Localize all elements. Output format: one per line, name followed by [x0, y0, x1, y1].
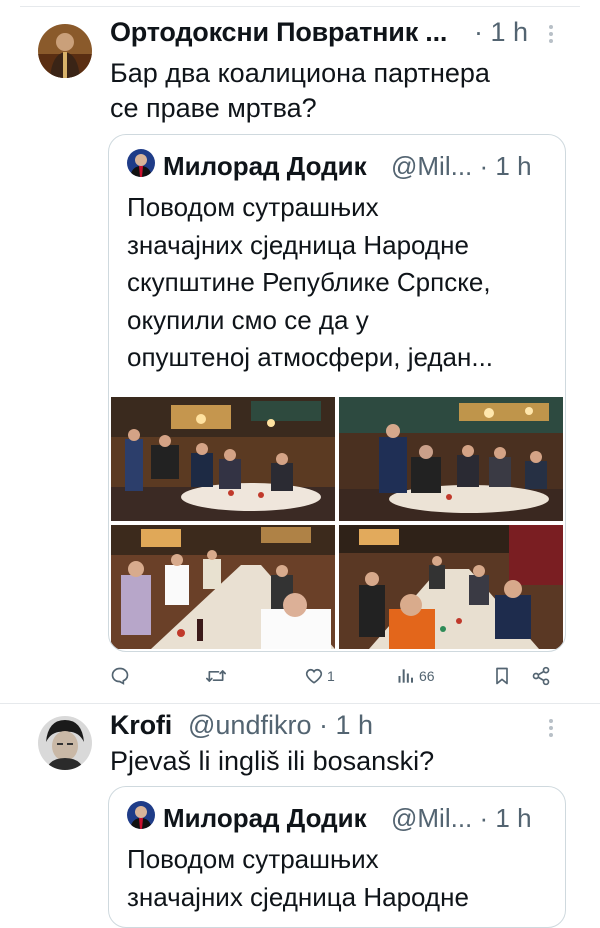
views-button[interactable]: 66 [396, 660, 435, 692]
photo-4[interactable] [339, 525, 563, 649]
retweet-button[interactable] [205, 660, 227, 692]
tweet-2[interactable]: Krofi @undfikro · 1 h Pjevaš li ingliš i… [0, 704, 600, 928]
like-icon [305, 668, 323, 684]
photo-3[interactable] [111, 525, 335, 649]
bookmark-icon [496, 667, 508, 685]
avatar[interactable] [38, 716, 92, 770]
photo-2[interactable] [339, 397, 563, 521]
reply-icon [111, 667, 129, 685]
quote-author-name: Милорад Додик [163, 151, 367, 181]
reply-button[interactable] [110, 660, 130, 692]
quoted-tweet[interactable]: Милорад Додик @Mil... · 1 h Поводом сутр… [108, 134, 566, 652]
share-button[interactable] [531, 660, 551, 692]
retweet-icon [205, 670, 226, 682]
photo-1[interactable] [111, 397, 335, 521]
views-icon [398, 669, 413, 683]
tweet-1[interactable]: Ортодоксни Повратник ... · 1 h Бар два к… [0, 0, 600, 700]
tweet-actions: 1 66 [0, 660, 600, 692]
like-count: 1 [327, 668, 335, 684]
like-button[interactable]: 1 [304, 660, 335, 692]
author-name[interactable]: Krofi [110, 710, 172, 741]
tweet-text: Pjevaš li ingliš ili bosanski? [110, 746, 435, 776]
quote-text: Поводом сутрашњих значајних сједница Нар… [127, 192, 494, 372]
quote-text: Поводом сутрашњих значајних сједница Нар… [127, 844, 469, 912]
author-name[interactable]: Ортодоксни Повратник ... [110, 17, 447, 48]
quote-handle-time: @Mil... · 1 h [391, 151, 532, 181]
views-count: 66 [419, 668, 435, 684]
photo-grid[interactable] [111, 397, 563, 649]
quote-avatar [127, 801, 155, 829]
quote-avatar [127, 149, 155, 177]
avatar[interactable] [38, 24, 92, 78]
share-icon [532, 666, 550, 686]
tweet-text: Бар два коалициона партнера се праве мрт… [110, 58, 490, 123]
bookmark-button[interactable] [493, 660, 511, 692]
quote-handle-time: @Mil... · 1 h [391, 803, 532, 833]
more-icon[interactable] [549, 25, 555, 46]
tweet-time[interactable]: · 1 h [474, 17, 528, 48]
more-icon[interactable] [549, 719, 555, 740]
quote-author-name: Милорад Додик [163, 803, 367, 833]
handle-time[interactable]: @undfikro · 1 h [188, 710, 373, 741]
quoted-tweet[interactable]: Милорад Додик @Mil... · 1 h Поводом сутр… [108, 786, 566, 928]
